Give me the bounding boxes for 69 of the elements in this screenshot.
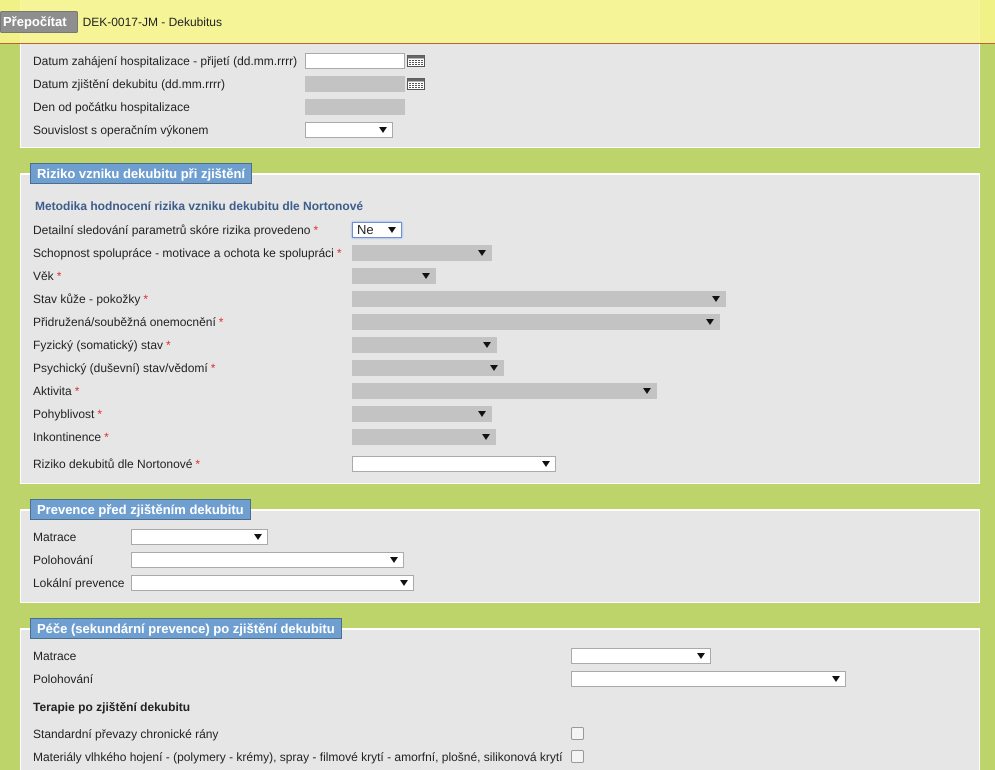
field-label: Souvislost s operačním výkonem xyxy=(33,122,208,136)
field-label: Psychický (duševní) stav/vědomí xyxy=(33,360,208,374)
dropdown[interactable]: Ne xyxy=(352,222,402,238)
checkbox[interactable] xyxy=(571,750,584,763)
dropdown[interactable] xyxy=(305,122,393,138)
dropdown[interactable] xyxy=(352,456,556,472)
checkbox[interactable] xyxy=(571,727,584,740)
dropdown-arrow-icon xyxy=(490,364,498,370)
dropdown-arrow-icon xyxy=(478,410,486,416)
dropdown[interactable] xyxy=(571,670,846,686)
required-mark: * xyxy=(195,456,200,470)
required-mark: * xyxy=(74,384,80,398)
required-mark: * xyxy=(218,314,224,328)
field-label: Polohování xyxy=(33,552,94,566)
dropdown-arrow-icon xyxy=(388,226,396,232)
required-mark: * xyxy=(104,430,109,444)
field-label: Fyzický (somatický) stav xyxy=(33,338,164,352)
field-label: Matrace xyxy=(33,648,76,662)
dropdown-arrow-icon xyxy=(542,460,550,466)
field-label: Lokální prevence xyxy=(33,576,124,590)
field-label: Věk xyxy=(33,268,54,282)
field-label: Materiály vlhkého hojení - (polymery - krémy), spray - filmové krytí - amorfní, plošné, silikonová krytí xyxy=(33,750,562,764)
field-label: Stav kůže - pokožky xyxy=(33,292,140,306)
dropdown-arrow-icon xyxy=(697,652,705,658)
field-label: Detailní sledování parametrů skóre rizika provedeno xyxy=(33,222,310,236)
section-title: Prevence před zjištěním dekubitu xyxy=(30,499,251,520)
dropdown-arrow-icon xyxy=(390,556,398,562)
required-mark: * xyxy=(210,360,216,374)
subheading: Terapie po zjištění dekubitu xyxy=(33,699,192,716)
dropdown-arrow-icon xyxy=(400,580,408,586)
field-label: Matrace xyxy=(33,530,76,544)
required-mark: * xyxy=(313,222,318,236)
dropdown-arrow-icon xyxy=(643,388,651,394)
calendar-icon[interactable] xyxy=(407,54,425,66)
form-title: DEK-0017-JM - Dekubitus xyxy=(82,14,222,28)
dropdown[interactable] xyxy=(131,574,414,590)
field-label: Den od počátku hospitalizace xyxy=(33,100,190,114)
required-mark: * xyxy=(143,292,148,306)
field-label: Standardní převazy chronické rány xyxy=(33,726,218,740)
required-mark: * xyxy=(97,406,102,420)
field-label: Inkontinence xyxy=(33,430,102,444)
field-label: Polohování xyxy=(33,672,94,686)
dropdown-arrow-icon xyxy=(482,434,490,440)
required-mark: * xyxy=(166,338,171,352)
dropdown-arrow-icon xyxy=(483,342,491,348)
field-label: Přidružená/souběžná onemocnění xyxy=(33,314,216,328)
dropdown-arrow-icon xyxy=(422,272,430,278)
field-label: Aktivita xyxy=(33,384,72,398)
field-label: Datum zahájení hospitalizace - přijetí (dd.mm.rrrr) xyxy=(33,54,298,68)
calendar-icon[interactable] xyxy=(407,78,425,90)
dropdown[interactable] xyxy=(571,648,711,664)
dropdown-arrow-icon xyxy=(254,534,262,540)
dropdown-arrow-icon xyxy=(478,250,486,256)
dropdown-arrow-icon xyxy=(712,296,720,302)
section-title: Riziko vzniku dekubitu při zjištění xyxy=(30,163,252,184)
dropdown-arrow-icon xyxy=(379,126,387,132)
section-title: Péče (sekundární prevence) po zjištění dekubitu xyxy=(30,618,342,639)
dropdown-arrow-icon xyxy=(832,676,840,682)
field-label: Riziko dekubitů dle Nortonové xyxy=(33,456,192,470)
required-mark: * xyxy=(336,246,342,260)
dropdown[interactable] xyxy=(131,552,404,568)
dropdown[interactable] xyxy=(131,528,268,544)
date-field[interactable] xyxy=(305,52,405,68)
subheading: Metodika hodnocení rizika vzniku dekubitu dle Nortonové xyxy=(34,198,364,215)
required-mark: * xyxy=(56,268,62,282)
field-label: Pohyblivost xyxy=(33,406,94,420)
field-label: Datum zjištění dekubitu (dd.mm.rrrr) xyxy=(33,76,226,90)
field-label: Schopnost spolupráce - motivace a ochota ke spolupráci xyxy=(33,246,334,260)
dropdown-arrow-icon xyxy=(706,318,714,324)
